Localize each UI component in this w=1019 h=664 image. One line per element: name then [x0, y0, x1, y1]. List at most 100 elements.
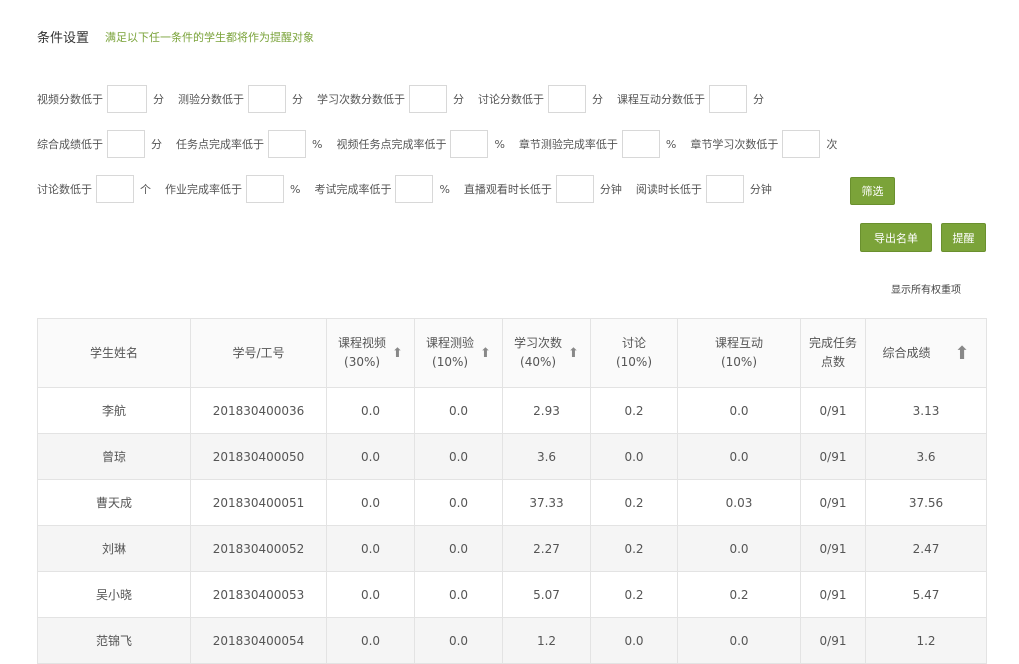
- col-task-points: 完成任务 点数: [800, 318, 866, 388]
- task-completion-input[interactable]: [268, 130, 306, 158]
- filter-unit: 分钟: [749, 183, 772, 196]
- cell-total: 2.47: [865, 525, 987, 572]
- cell-discuss: 0.2: [590, 571, 678, 618]
- cell-id: 201830400051: [190, 479, 327, 526]
- show-weights-link[interactable]: 显示所有权重项: [891, 281, 961, 296]
- video-score-input[interactable]: [107, 85, 147, 113]
- discussion-score-input[interactable]: [548, 85, 586, 113]
- filter-unit: 分钟: [599, 183, 622, 196]
- chapter-quiz-completion-input[interactable]: [621, 130, 660, 158]
- filter-label: 讨论数低于: [37, 183, 92, 196]
- filter-unit: %: [439, 182, 450, 196]
- col-quiz[interactable]: 课程测验 (10%) ⬆: [414, 318, 503, 388]
- cell-interact: 0.2: [677, 571, 801, 618]
- section-hint: 满足以下任一条件的学生都将作为提醒对象: [105, 31, 314, 44]
- exam-completion-input[interactable]: [395, 175, 434, 203]
- sort-up-icon[interactable]: ⬆: [568, 344, 579, 363]
- cell-video: 0.0: [326, 617, 415, 664]
- filter-unit: 分: [151, 138, 162, 151]
- cell-quiz: 0.0: [414, 479, 503, 526]
- interaction-score-input[interactable]: [709, 85, 747, 113]
- col-video[interactable]: 课程视频 (30%) ⬆: [326, 318, 415, 388]
- cell-total: 3.13: [865, 387, 987, 434]
- cell-discuss: 0.2: [590, 387, 678, 434]
- sort-up-icon[interactable]: ⬆: [480, 344, 491, 363]
- filter-unit: %: [665, 137, 677, 151]
- cell-id: 201830400052: [190, 525, 327, 572]
- table-row: 曾琼 201830400050 0.0 0.0 3.6 0.0 0.0 0/91…: [37, 433, 987, 480]
- export-list-button[interactable]: 导出名单: [860, 223, 932, 252]
- filter-label: 考试完成率低于: [314, 183, 392, 196]
- filter-label: 综合成绩低于: [37, 138, 103, 151]
- cell-study: 5.07: [502, 571, 591, 618]
- filter-row-2: 综合成绩低于 分 任务点完成率低于 % 视频任务点完成率低于 % 章节测验完成率…: [37, 129, 851, 159]
- sort-up-icon[interactable]: ⬆: [392, 344, 403, 363]
- filter-label: 学习次数分数低于: [317, 93, 405, 106]
- cell-video: 0.0: [326, 571, 415, 618]
- homework-completion-input[interactable]: [246, 175, 284, 203]
- filter-label: 章节学习次数低于: [690, 138, 779, 151]
- cell-quiz: 0.0: [414, 617, 503, 664]
- filter-unit: 分: [753, 93, 764, 106]
- cell-id: 201830400053: [190, 571, 327, 618]
- filter-button[interactable]: 筛选: [850, 177, 895, 205]
- cell-quiz: 0.0: [414, 387, 503, 434]
- cell-total: 5.47: [865, 571, 987, 618]
- cell-name: 吴小晓: [37, 571, 191, 618]
- col-total-score[interactable]: 综合成绩 ⬆: [865, 318, 987, 388]
- filter-unit: 分: [292, 93, 303, 106]
- cell-tasks: 0/91: [800, 387, 866, 434]
- table-row: 李航 201830400036 0.0 0.0 2.93 0.2 0.0 0/9…: [37, 387, 987, 434]
- cell-interact: 0.03: [677, 479, 801, 526]
- filter-unit: %: [290, 182, 301, 196]
- filter-row-1: 视频分数低于 分 测验分数低于 分 学习次数分数低于 分 讨论分数低于 分 课程…: [37, 84, 778, 114]
- cell-name: 刘琳: [37, 525, 191, 572]
- filter-label: 直播观看时长低于: [463, 183, 552, 196]
- filter-label: 视频分数低于: [37, 93, 103, 106]
- filter-unit: 次: [826, 138, 838, 151]
- cell-quiz: 0.0: [414, 525, 503, 572]
- filter-label: 阅读时长低于: [635, 183, 702, 196]
- col-study-count[interactable]: 学习次数 (40%) ⬆: [502, 318, 591, 388]
- filter-unit: %: [312, 137, 323, 151]
- quiz-score-input[interactable]: [248, 85, 286, 113]
- cell-interact: 0.0: [677, 433, 801, 480]
- video-task-completion-input[interactable]: [450, 130, 489, 158]
- cell-name: 范锦飞: [37, 617, 191, 664]
- reading-time-input[interactable]: [705, 175, 744, 203]
- remind-button[interactable]: 提醒: [941, 223, 986, 252]
- col-discussion: 讨论 (10%): [590, 318, 678, 388]
- study-count-score-input[interactable]: [409, 85, 447, 113]
- sort-up-icon[interactable]: ⬆: [954, 344, 969, 363]
- col-student-id: 学号/工号: [190, 318, 327, 388]
- cell-id: 201830400054: [190, 617, 327, 664]
- cell-interact: 0.0: [677, 617, 801, 664]
- live-watch-time-input[interactable]: [555, 175, 594, 203]
- filter-label: 视频任务点完成率低于: [336, 138, 447, 151]
- cell-video: 0.0: [326, 525, 415, 572]
- filter-label: 课程互动分数低于: [617, 93, 705, 106]
- cell-total: 1.2: [865, 617, 987, 664]
- cell-total: 3.6: [865, 433, 987, 480]
- cell-name: 李航: [37, 387, 191, 434]
- cell-discuss: 0.2: [590, 479, 678, 526]
- cell-tasks: 0/91: [800, 525, 866, 572]
- cell-study: 3.6: [502, 433, 591, 480]
- cell-video: 0.0: [326, 433, 415, 480]
- filter-unit: 分: [592, 93, 603, 106]
- cell-name: 曹天成: [37, 479, 191, 526]
- cell-tasks: 0/91: [800, 617, 866, 664]
- total-score-input[interactable]: [107, 130, 145, 158]
- cell-study: 2.93: [502, 387, 591, 434]
- col-interaction: 课程互动 (10%): [677, 318, 801, 388]
- cell-study: 2.27: [502, 525, 591, 572]
- chapter-study-count-input[interactable]: [782, 130, 821, 158]
- cell-id: 201830400050: [190, 433, 327, 480]
- cell-total: 37.56: [865, 479, 987, 526]
- cell-name: 曾琼: [37, 433, 191, 480]
- cell-video: 0.0: [326, 387, 415, 434]
- cell-interact: 0.0: [677, 525, 801, 572]
- discussion-count-input[interactable]: [96, 175, 134, 203]
- table-row: 曹天成 201830400051 0.0 0.0 37.33 0.2 0.03 …: [37, 479, 987, 526]
- cell-quiz: 0.0: [414, 571, 503, 618]
